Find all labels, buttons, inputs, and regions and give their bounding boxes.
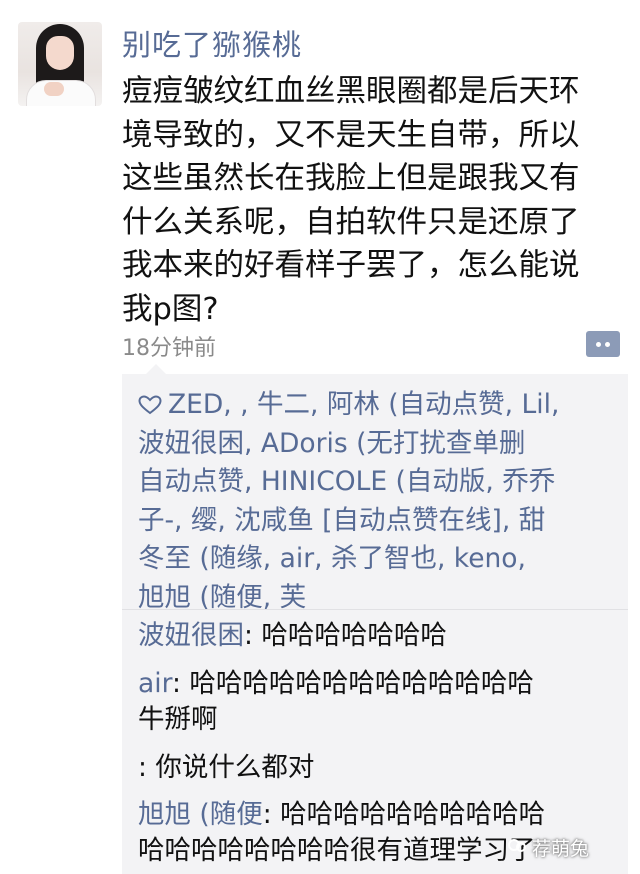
post-text-line: 我本来的好看样子罢了，怎么能说 [122,248,580,283]
watermark-text: 荐萌兔 [532,838,590,860]
likes-line[interactable]: 旭旭 (随便, 芙 [138,579,618,618]
comment-line: : 你说什么都对 [138,752,315,783]
likes-line[interactable]: 子-, 缨, 沈咸鱼 [自动点赞在线], 甜 [138,502,618,541]
post-text-line: 什么关系呢，自拍软件只是还原了 [122,204,580,240]
comment-line: 牛掰啊 [138,704,218,735]
comments-caret [146,364,166,374]
heart-outline-icon [138,395,162,415]
likes-divider [122,609,628,610]
moments-post: 别吃了猕猴桃 痘痘皱纹红血丝黑眼圈都是后天环 境导致的，又不是天生自带，所以 这… [0,0,640,874]
dot [605,342,610,347]
avatar-face [46,36,74,70]
likes-line[interactable]: 冬至 (随缘, air, 杀了智也, keno, [138,540,618,579]
watermark-logo-icon [508,839,526,852]
comment-line: 波妞很困: 哈哈哈哈哈哈哈 [138,620,447,651]
post-text-line: 境导致的，又不是天生自带，所以 [122,117,580,153]
avatar-hand [44,82,64,96]
comment-line: 旭旭 (随便: 哈哈哈哈哈哈哈哈哈哈 [138,799,546,830]
likes-line[interactable]: 自动点赞, HINICOLE (自动版, 乔乔 [138,463,618,502]
post-text-line: 这些虽然长在我脸上但是跟我又有 [122,161,580,196]
comment-item[interactable]: : 你说什么都对 [138,750,618,786]
post-author-name[interactable]: 别吃了猕猴桃 [122,22,302,64]
comment-item[interactable]: 波妞很困: 哈哈哈哈哈哈哈 [138,618,618,654]
comment-line: air: 哈哈哈哈哈哈哈哈哈哈哈哈哈 [138,668,534,699]
comment-text: 哈哈哈哈哈哈哈哈哈哈 [280,799,546,830]
post-text-line: 痘痘皱纹红血丝黑眼圈都是后天环 [122,74,580,109]
post-text-line: 我p图? [122,291,219,327]
likes-line[interactable]: 波妞很困, ADoris (无打扰查单删 [138,425,618,464]
user-avatar[interactable] [18,22,102,106]
likes-line-text[interactable]: ZED, , 牛二, 阿林 (自动点赞, Lil, [168,389,559,420]
post-text: 痘痘皱纹红血丝黑眼圈都是后天环 境导致的，又不是天生自带，所以 这些虽然长在我脸… [122,70,622,331]
comment-text: 你说什么都对 [155,752,315,783]
comment-text: 哈哈哈哈哈哈哈 [261,620,447,651]
comment-item[interactable]: air: 哈哈哈哈哈哈哈哈哈哈哈哈哈 牛掰啊 [138,666,618,738]
more-dots-icon[interactable] [586,331,620,357]
comment-author[interactable]: air [138,668,172,699]
comment-author[interactable]: 波妞很困 [138,620,244,651]
likes-list: ZED, , 牛二, 阿林 (自动点赞, Lil, 波妞很困, ADoris (… [138,386,618,617]
comment-text: 哈哈哈哈哈哈哈哈哈哈哈哈哈 [189,668,534,699]
likes-line: ZED, , 牛二, 阿林 (自动点赞, Lil, [138,386,618,425]
dot [596,342,601,347]
post-timestamp: 18分钟前 [122,336,216,361]
comment-author[interactable]: 旭旭 (随便 [138,799,263,830]
